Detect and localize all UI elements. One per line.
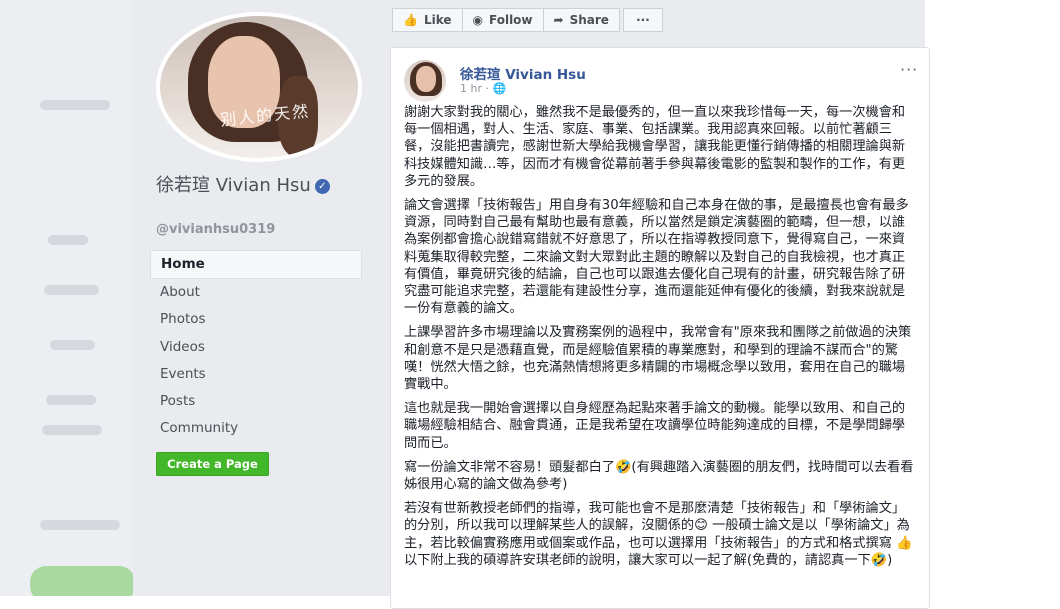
nav-item-videos[interactable]: Videos <box>150 334 362 361</box>
page-nav: Home About Photos Videos Events Posts Co… <box>150 250 362 442</box>
verified-check-icon: ✓ <box>314 178 330 194</box>
more-options-button[interactable]: ··· <box>622 8 663 32</box>
create-page-button[interactable]: Create a Page <box>156 452 269 476</box>
blurred-button <box>30 566 133 596</box>
post-paragraph: 若沒有世新教授老師們的指導，我可能也會不是那麼清楚「技術報告」和「學術論文」的分… <box>404 501 913 568</box>
photo-face <box>416 66 436 92</box>
blurred-text <box>46 395 96 405</box>
like-button[interactable]: 👍 Like <box>392 8 463 32</box>
post-paragraph: 這也就是我一開始會選擇以自身經歷為起點來著手論文的動機。能學以致用、和自己的職場… <box>404 401 906 451</box>
background-right <box>925 0 1060 596</box>
page-action-bar: 👍 Like ◉ Follow ➦ Share ··· <box>392 8 663 32</box>
share-arrow-icon: ➦ <box>553 13 564 27</box>
background-left-blurred <box>0 0 133 596</box>
blurred-text <box>48 235 88 245</box>
post-paragraph: 上課學習許多市場理論以及實務案例的過程中，我常會有"原來我和團隊之前做過的決策和… <box>404 325 912 393</box>
post-paragraph: 寫一份論文非常不容易！頭髮都白了🤣(有興趣踏入演藝圈的朋友們，找時間可以去看看姊… <box>404 459 914 493</box>
nav-item-posts[interactable]: Posts <box>150 388 362 415</box>
page-name-text: 徐若瑄 Vivian Hsu <box>156 175 311 196</box>
post-time-text: 1 hr · <box>460 82 493 95</box>
follow-button[interactable]: ◉ Follow <box>461 8 544 32</box>
blurred-text <box>40 100 110 110</box>
post-timestamp[interactable]: 1 hr · 🌐 <box>460 82 506 95</box>
share-button[interactable]: ➦ Share <box>542 8 620 32</box>
post-author-name[interactable]: 徐若瑄 Vivian Hsu <box>460 63 586 83</box>
nav-item-community[interactable]: Community <box>150 415 362 442</box>
page-handle[interactable]: @vivianhsu0319 <box>156 222 275 237</box>
profile-picture[interactable]: 别人的天然 <box>156 12 362 162</box>
blurred-text <box>44 285 99 295</box>
globe-icon: 🌐 <box>492 82 507 95</box>
nav-item-photos[interactable]: Photos <box>150 306 362 333</box>
blurred-text <box>42 425 102 435</box>
blurred-text <box>40 520 120 530</box>
nav-item-about[interactable]: About <box>150 279 362 306</box>
follow-label: Follow <box>489 13 533 27</box>
share-label: Share <box>569 13 609 27</box>
nav-item-home[interactable]: Home <box>150 250 362 280</box>
like-label: Like <box>423 13 452 27</box>
profile-photo: 别人的天然 <box>160 16 358 158</box>
post-options-button[interactable]: ··· <box>900 60 918 79</box>
nav-item-events[interactable]: Events <box>150 361 362 388</box>
post-body: 謝謝大家對我的關心，雖然我不是最優秀的，但一直以來我珍惜每一天，每一次機會和每一… <box>404 104 916 576</box>
blurred-text <box>50 340 95 350</box>
page-name[interactable]: 徐若瑄 Vivian Hsu ✓ <box>156 174 356 198</box>
rss-icon: ◉ <box>472 13 483 27</box>
post-author-avatar[interactable] <box>404 60 446 102</box>
thumbs-up-icon: 👍 <box>403 13 418 27</box>
post-paragraph: 謝謝大家對我的關心，雖然我不是最優秀的，但一直以來我珍惜每一天，每一次機會和每一… <box>404 105 906 189</box>
post-paragraph: 論文會選擇「技術報告」用自身有30年經驗和自己本身在做的事，是最擅長也會有最多資… <box>404 198 909 317</box>
